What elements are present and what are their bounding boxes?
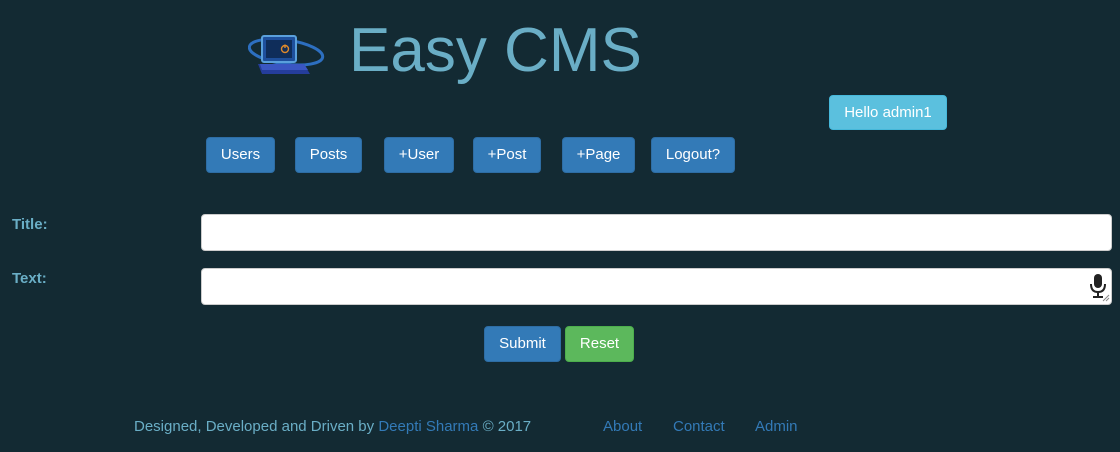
add-user-button[interactable]: +User (384, 137, 454, 173)
title-input[interactable] (201, 214, 1112, 251)
laptop-logo-icon (248, 35, 325, 74)
contact-link[interactable]: Contact (673, 418, 725, 435)
text-label: Text: (12, 270, 47, 287)
about-link[interactable]: About (603, 418, 642, 435)
author-link[interactable]: Deepti Sharma (378, 418, 478, 435)
add-post-button[interactable]: +Post (473, 137, 541, 173)
posts-button[interactable]: Posts (295, 137, 362, 173)
add-page-button[interactable]: +Page (562, 137, 635, 173)
footer-copyright: © 2017 (482, 418, 532, 435)
users-button[interactable]: Users (206, 137, 275, 173)
greeting-badge[interactable]: Hello admin1 (829, 95, 947, 130)
logout-button[interactable]: Logout? (651, 137, 735, 173)
reset-button[interactable]: Reset (565, 326, 634, 362)
submit-button[interactable]: Submit (484, 326, 561, 362)
title-label: Title: (12, 216, 48, 233)
footer-credit: Designed, Developed and Driven by Deepti… (134, 418, 531, 435)
footer-credit-prefix: Designed, Developed and Driven by (134, 418, 375, 435)
site-title: Easy CMS (349, 16, 642, 85)
resize-grip-icon[interactable] (1102, 294, 1110, 302)
text-textarea[interactable] (201, 268, 1112, 305)
admin-link[interactable]: Admin (755, 418, 798, 435)
